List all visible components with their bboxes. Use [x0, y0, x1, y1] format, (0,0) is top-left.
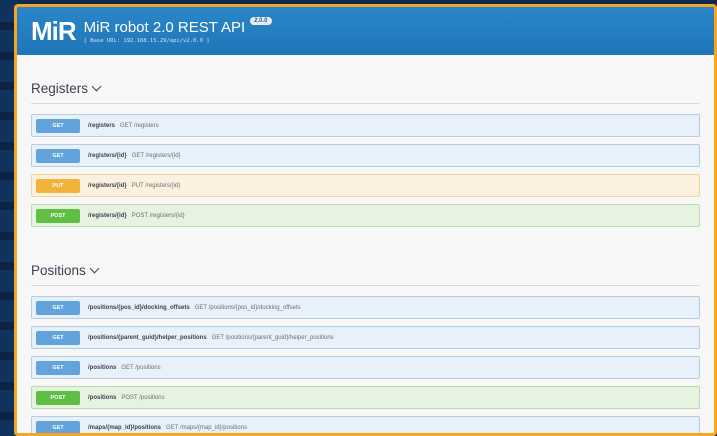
operation-summary: POST /positions [121, 394, 165, 401]
method-badge: GET [36, 148, 80, 163]
operation-row[interactable]: GET /positions GET /positions [31, 356, 700, 379]
method-badge: GET [36, 420, 80, 433]
section-registers-header[interactable]: Registers [31, 55, 700, 104]
operation-row[interactable]: GET /registers GET /registers [31, 114, 700, 137]
title-row: MiR robot 2.0 REST API 2.0.0 [83, 16, 272, 36]
operation-row[interactable]: GET /positions/{parent_guid}/helper_posi… [31, 326, 700, 349]
operation-summary: GET /registers/{id} [131, 152, 181, 159]
operation-path: /registers/{id} [88, 152, 127, 159]
operation-summary: POST /registers/{id} [131, 212, 185, 219]
operation-summary: GET /registers [120, 122, 159, 129]
operation-summary: PUT /registers/{id} [131, 182, 181, 189]
operation-summary: GET /maps/{map_id}/positions [166, 424, 247, 431]
api-header: MiR MiR robot 2.0 REST API 2.0.0 [ Base … [17, 7, 714, 55]
method-badge: POST [36, 208, 80, 223]
operation-path: /registers/{id} [88, 182, 127, 189]
operation-row[interactable]: GET /positions/{pos_id}/docking_offsets … [31, 296, 700, 319]
operation-path: /positions [88, 364, 117, 371]
method-badge: GET [36, 330, 80, 345]
operation-path: /positions/{parent_guid}/helper_position… [88, 334, 207, 341]
operation-row[interactable]: POST /positions POST /positions [31, 386, 700, 409]
base-url: [ Base URL: 192.168.15.29/api/v2.0.0 ] [83, 37, 210, 44]
operation-path: /maps/{map_id}/positions [88, 424, 162, 431]
operation-row[interactable]: GET /maps/{map_id}/positions GET /maps/{… [31, 416, 700, 433]
browser-frame: MiR MiR robot 2.0 REST API 2.0.0 [ Base … [14, 4, 717, 436]
mir-logo: MiR [31, 15, 77, 46]
section-positions-header[interactable]: Positions [31, 237, 700, 286]
method-badge: GET [36, 300, 80, 315]
operation-summary: GET /positions/{parent_guid}/helper_posi… [211, 334, 334, 341]
method-badge: POST [36, 390, 80, 405]
api-title: MiR robot 2.0 REST API [83, 18, 246, 36]
operation-path: /positions/{pos_id}/docking_offsets [88, 304, 190, 311]
section-title: Positions [31, 263, 86, 278]
operation-row[interactable]: POST /registers/{id} POST /registers/{id… [31, 204, 700, 227]
api-content: Registers GET /registers GET /registers … [17, 55, 714, 433]
operation-path: /positions [88, 394, 117, 401]
method-badge: GET [36, 360, 80, 375]
operation-row[interactable]: GET /registers/{id} GET /registers/{id} [31, 144, 700, 167]
section-title: Registers [31, 81, 89, 96]
operation-path: /registers [88, 122, 116, 129]
title-block: MiR robot 2.0 REST API 2.0.0 [ Base URL:… [83, 16, 272, 44]
chevron-down-icon [89, 263, 100, 274]
operation-summary: GET /positions/{pos_id}/docking_offsets [194, 304, 301, 311]
operation-summary: GET /positions [121, 364, 161, 371]
method-badge: GET [36, 118, 80, 133]
version-badge: 2.0.0 [250, 16, 272, 25]
operation-path: /registers/{id} [88, 212, 127, 219]
method-badge: PUT [36, 178, 80, 193]
operation-row[interactable]: PUT /registers/{id} PUT /registers/{id} [31, 174, 700, 197]
chevron-down-icon [91, 81, 102, 92]
